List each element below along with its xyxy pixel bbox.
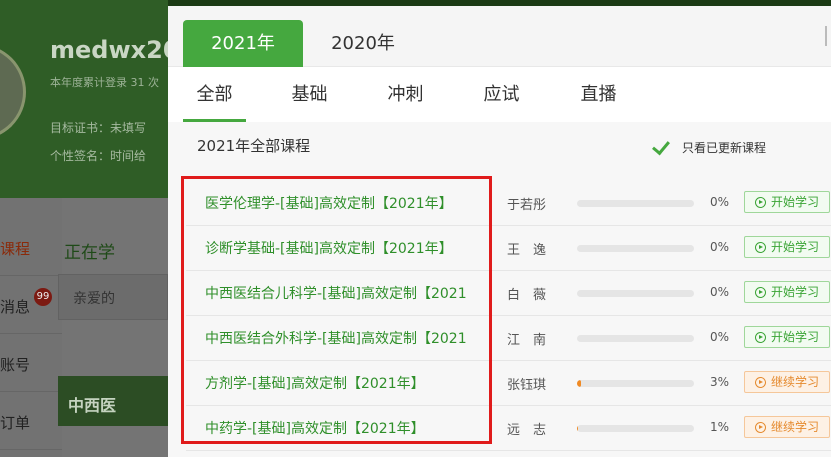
start-study-button[interactable]: 开始学习 (744, 236, 830, 258)
course-card-title: 中西医 (58, 376, 168, 426)
target-certificate: 目标证书：未填写 (50, 121, 147, 135)
study-button-label: 开始学习 (770, 330, 819, 344)
year-tab-bar: 2021年 2020年 (168, 6, 831, 67)
progress-bar (577, 380, 694, 387)
course-row: 中西医结合外科学-[基础]高效定制【2021 江 南 0% 开始学习 (186, 316, 831, 361)
start-study-button[interactable]: 开始学习 (744, 191, 830, 213)
course-name-link[interactable]: 诊断学基础-[基础]高效定制【2021年】 (205, 238, 475, 258)
course-modal: 2021年 2020年 全部 基础 冲刺 应试 直播 2021年全部课程 只看已… (168, 6, 831, 457)
study-button-label: 开始学习 (770, 195, 819, 209)
teacher-name: 于若彤 (507, 198, 547, 213)
tab-year-2021[interactable]: 2021年 (183, 20, 303, 67)
only-updated-label: 只看已更新课程 (682, 140, 767, 155)
avatar (0, 44, 26, 140)
tab-all[interactable]: 全部 (183, 67, 246, 122)
sidebar-item-orders[interactable]: 订单 (0, 392, 62, 450)
study-button-label: 开始学习 (770, 240, 819, 254)
background-sidebar: 课程 消息 99 账号 订单 (0, 198, 62, 457)
progress-percent: 0% (710, 195, 730, 209)
progress-bar-fill (577, 380, 581, 387)
progress-percent: 0% (710, 330, 730, 344)
start-study-button[interactable]: 开始学习 (744, 326, 830, 348)
tab-basic[interactable]: 基础 (278, 67, 341, 122)
continue-study-button[interactable]: 继续学习 (744, 371, 830, 393)
teacher-name: 远 志 (507, 423, 547, 438)
login-info: 本年度累计登录 31 次 (50, 76, 159, 89)
course-name-link[interactable]: 医学伦理学-[基础]高效定制【2021年】 (205, 193, 475, 213)
username: medwx20 (50, 36, 168, 64)
message-count-badge: 99 (34, 288, 52, 306)
only-updated-toggle[interactable]: 只看已更新课程 (652, 137, 766, 157)
progress-percent: 1% (710, 420, 730, 434)
course-row: 诊断学基础-[基础]高效定制【2021年】 王 逸 0% 开始学习 (186, 226, 831, 271)
tab-year-2020[interactable]: 2020年 (303, 20, 423, 67)
course-name-link[interactable]: 中西医结合儿科学-[基础]高效定制【2021 (205, 283, 475, 303)
tab-live[interactable]: 直播 (567, 67, 630, 122)
course-row: 中药学-[基础]高效定制【2021年】 远 志 1% 继续学习 (186, 406, 831, 451)
background-main: 正在学 亲爱的 中西医 (58, 198, 168, 457)
progress-bar (577, 290, 694, 297)
continue-study-button[interactable]: 继续学习 (744, 416, 830, 438)
background-profile-header: medwx20 本年度累计登录 31 次 目标证书：未填写 个性签名：时间给 (0, 0, 168, 198)
tab-studying[interactable]: 正在学 (64, 238, 115, 263)
course-row: 中西医结合儿科学-[基础]高效定制【2021 白 薇 0% 开始学习 (186, 271, 831, 316)
teacher-name: 江 南 (507, 333, 547, 348)
sidebar-item-account[interactable]: 账号 (0, 334, 62, 392)
course-row: 方剂学-[基础]高效定制【2021年】 张钰琪 3% 继续学习 (186, 361, 831, 406)
study-button-label: 开始学习 (770, 285, 819, 299)
start-study-button[interactable]: 开始学习 (744, 281, 830, 303)
checkbox-checked-icon[interactable] (652, 137, 672, 157)
tab-sprint[interactable]: 冲刺 (374, 67, 437, 122)
study-button-label: 继续学习 (770, 375, 819, 389)
category-tab-bar: 全部 基础 冲刺 应试 直播 (168, 67, 831, 122)
sidebar-item-messages[interactable]: 消息 (0, 276, 62, 334)
course-name-link[interactable]: 方剂学-[基础]高效定制【2021年】 (205, 373, 475, 393)
progress-percent: 0% (710, 240, 730, 254)
play-icon (754, 241, 766, 253)
list-title: 2021年全部课程 (197, 137, 311, 155)
course-list-panel: 2021年全部课程 只看已更新课程 医学伦理学-[基础]高效定制【2021年】 于… (168, 122, 831, 457)
play-icon (754, 421, 766, 433)
play-icon (754, 376, 766, 388)
teacher-name: 张钰琪 (507, 378, 547, 393)
notice-box: 亲爱的 (58, 274, 168, 320)
course-name-link[interactable]: 中西医结合外科学-[基础]高效定制【2021 (205, 328, 475, 348)
progress-bar (577, 425, 694, 432)
close-icon[interactable] (825, 26, 831, 46)
study-button-label: 继续学习 (770, 420, 819, 434)
teacher-name: 白 薇 (507, 288, 547, 303)
course-name-link[interactable]: 中药学-[基础]高效定制【2021年】 (205, 418, 475, 438)
play-icon (754, 331, 766, 343)
course-row: 医学伦理学-[基础]高效定制【2021年】 于若彤 0% 开始学习 (186, 181, 831, 226)
progress-bar (577, 245, 694, 252)
teacher-name: 王 逸 (507, 243, 547, 258)
progress-bar (577, 200, 694, 207)
play-icon (754, 196, 766, 208)
tab-exam[interactable]: 应试 (470, 67, 533, 122)
progress-bar-fill (577, 425, 579, 432)
progress-bar (577, 335, 694, 342)
sidebar-item-courses[interactable]: 课程 (0, 218, 62, 276)
personal-signature: 个性签名：时间给 (50, 149, 147, 163)
play-icon (754, 286, 766, 298)
progress-percent: 3% (710, 375, 730, 389)
progress-percent: 0% (710, 285, 730, 299)
